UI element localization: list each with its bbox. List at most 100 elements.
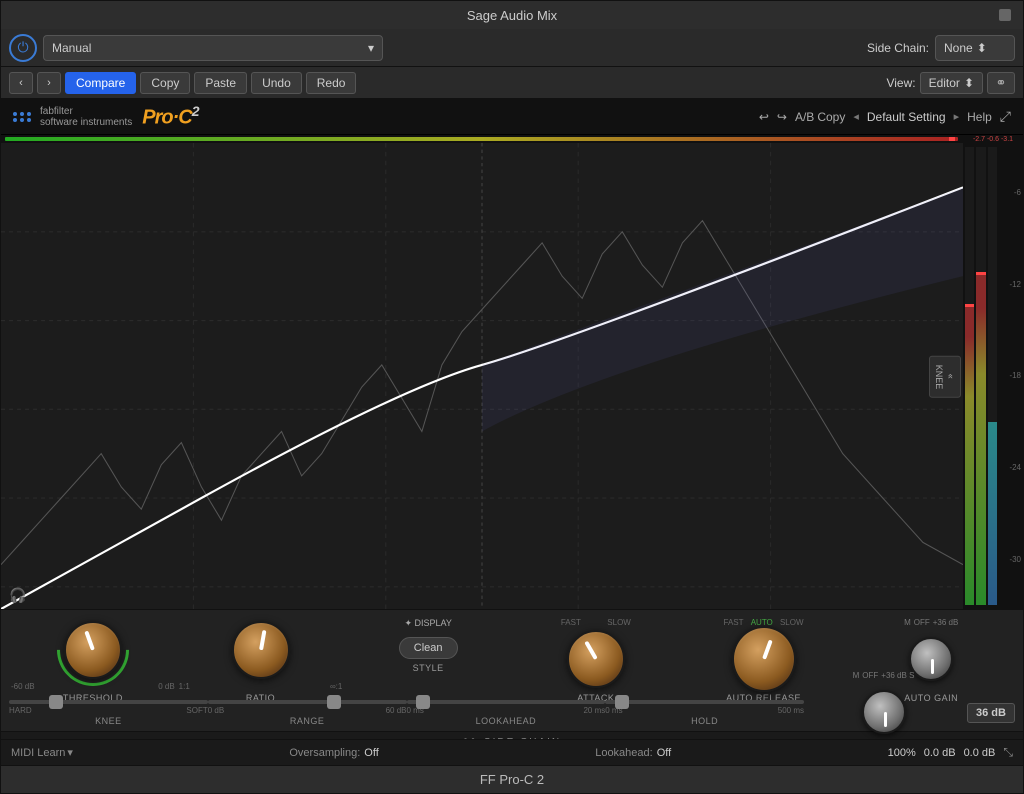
knee-slider-labels: HARD SOFT [9, 706, 208, 715]
compression-curve-display [1, 143, 963, 609]
lookahead-slider-thumb[interactable] [416, 695, 430, 709]
knee-text: KNEE [934, 364, 944, 389]
undo-button[interactable]: Undo [251, 72, 302, 94]
forward-icon: › [47, 77, 51, 89]
meter-label-12: -12 [999, 280, 1021, 289]
attack-group: FAST SLOW ATTACK [512, 618, 680, 703]
slider-row: HARD SOFT KNEE 0 dB 60 dB [1, 695, 1023, 731]
threshold-knob[interactable] [64, 621, 122, 679]
knee-side-button[interactable]: « KNEE [929, 355, 961, 398]
dry-group: M OFF +36 dB S DRY [804, 671, 963, 740]
lookahead-value[interactable]: Off [657, 747, 671, 759]
window-bottom-title: FF Pro-C 2 [1, 765, 1023, 793]
hold-slider-thumb[interactable] [615, 695, 629, 709]
power-icon: ⏻ [17, 39, 28, 56]
window-title: Sage Audio Mix [467, 8, 557, 23]
preset-next-button[interactable]: ▸ [954, 110, 960, 123]
db1-value: 0.0 dB [924, 747, 956, 759]
range-slider-labels: 0 dB 60 dB [208, 706, 407, 715]
ratio-knob[interactable] [232, 621, 290, 679]
side-chain-dropdown[interactable]: None ⬍ [935, 35, 1015, 61]
redo-plugin-button[interactable]: ↪ [777, 110, 787, 124]
link-button[interactable]: ⚭ [987, 72, 1015, 94]
release-knob-wrapper [732, 627, 796, 691]
gain-switches: M OFF +36 dB [904, 618, 958, 627]
attack-knob-wrapper [564, 627, 628, 691]
redo-button[interactable]: Redo [306, 72, 357, 94]
right-meter: -6 -12 -18 -24 -30 [963, 143, 1023, 609]
percent-value: 100% [888, 747, 916, 759]
meter-label-18: -18 [999, 371, 1021, 380]
copy-button[interactable]: Copy [140, 72, 190, 94]
preset-dropdown[interactable]: Manual ▾ [43, 35, 383, 61]
help-button[interactable]: Help [967, 110, 992, 124]
ratio-range: 1:1 ∞:1 [177, 682, 345, 691]
style-label: STYLE [413, 663, 444, 673]
product-name: Pro·C2 [142, 103, 198, 130]
knee-slider-thumb[interactable] [49, 695, 63, 709]
dry-knob-wrapper [852, 680, 916, 740]
power-button[interactable]: ⏻ [9, 34, 37, 62]
oversampling-control: Oversampling: Off [289, 747, 378, 759]
oversampling-value[interactable]: Off [364, 747, 378, 759]
midi-learn-dropdown[interactable]: MIDI Learn ▾ [11, 746, 73, 759]
ratio-knob-wrapper [229, 618, 293, 682]
undo-plugin-button[interactable]: ↩ [759, 110, 769, 124]
range-slider-group: 0 dB 60 dB RANGE [208, 700, 407, 726]
meter-bar-right [976, 147, 985, 605]
plugin-container: fabfilter software instruments Pro·C2 ↩ … [1, 99, 1023, 739]
side-chain-text: SIDE CHAIN [484, 737, 561, 739]
expand-button[interactable]: ⤢ [1000, 108, 1011, 125]
view-label: View: [886, 76, 915, 90]
side-chain-expand-icon: ❯❯ [463, 737, 478, 739]
attack-knob[interactable] [567, 630, 625, 688]
link-icon: ⚭ [996, 75, 1007, 91]
knee-slider[interactable] [9, 700, 208, 704]
hold-slider[interactable] [605, 700, 804, 704]
side-chain-label: Side Chain: [867, 41, 929, 55]
knee-slider-group: HARD SOFT KNEE [9, 700, 208, 726]
range-slider-label: RANGE [290, 716, 325, 726]
meter-bar-left [965, 147, 974, 605]
display-area: -2.7 -0.6 -3.1 [1, 135, 1023, 739]
compare-button[interactable]: Compare [65, 72, 136, 94]
lookahead-slider[interactable] [407, 700, 606, 704]
lookahead-slider-group: 0 ms 20 ms LOOKAHEAD [407, 700, 606, 726]
meter-label-24: -24 [999, 463, 1021, 472]
close-button[interactable] [999, 9, 1011, 21]
range-slider[interactable] [208, 700, 407, 704]
range-slider-thumb[interactable] [327, 695, 341, 709]
db2-value: 0.0 dB [964, 747, 996, 759]
plugin-preset-name: Default Setting [867, 110, 946, 124]
brand-sub: software instruments [40, 117, 132, 128]
preset-prev-button[interactable]: ◂ [853, 110, 859, 123]
release-knob[interactable] [732, 626, 796, 692]
forward-button[interactable]: › [37, 72, 61, 94]
style-group: ✦ DISPLAY Clean STYLE [344, 618, 512, 673]
headphone-icon[interactable]: 🎧 [9, 587, 26, 604]
knee-slider-label: KNEE [95, 716, 122, 726]
hold-slider-labels: 0 ms 500 ms [605, 706, 804, 715]
ratio-group: 1:1 ∞:1 RATIO [177, 618, 345, 703]
meter-label-6: -6 [999, 188, 1021, 197]
ab-button[interactable]: A/B Copy [795, 110, 845, 124]
midi-arrow-icon: ▾ [67, 746, 73, 759]
status-bar: MIDI Learn ▾ Oversampling: Off Lookahead… [1, 739, 1023, 765]
midi-learn-label: MIDI Learn [11, 747, 65, 759]
resize-icon[interactable]: ⤡ [1003, 745, 1013, 760]
view-dropdown[interactable]: Editor ⬍ [920, 72, 983, 94]
dry-switches: M OFF +36 dB S [853, 671, 915, 680]
window-bottom-title-text: FF Pro-C 2 [480, 772, 544, 787]
dry-knob[interactable] [862, 690, 906, 734]
paste-button[interactable]: Paste [194, 72, 247, 94]
clean-button[interactable]: Clean [399, 637, 458, 659]
side-chain-arrow: ⬍ [977, 41, 987, 55]
lookahead-control: Lookahead: Off [595, 747, 671, 759]
ff-grid-icon [13, 112, 32, 122]
back-button[interactable]: ‹ [9, 72, 33, 94]
display-button[interactable]: ✦ DISPLAY [404, 618, 451, 629]
db-value-label: 36 dB [967, 703, 1015, 723]
top-meter-bar: -2.7 -0.6 -3.1 [1, 135, 1023, 143]
secondary-toolbar: ‹ › Compare Copy Paste Undo Redo View: E… [1, 67, 1023, 99]
meter-bar-gain [988, 147, 997, 605]
